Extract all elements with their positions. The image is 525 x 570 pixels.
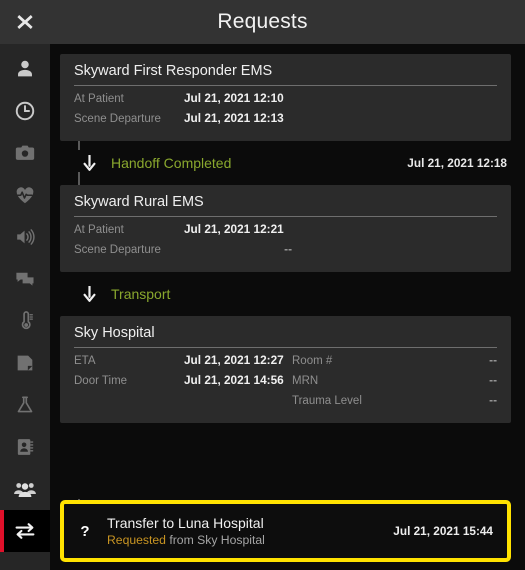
card-field-row: MRN -- [292,373,497,393]
transfer-arrows-icon [13,519,37,543]
down-arrow-icon [78,154,100,172]
sidebar-item-patient[interactable] [0,48,50,90]
card-field-row: Door Time Jul 21, 2021 14:56 [74,373,292,393]
card-fields: At Patient Jul 21, 2021 12:10 Scene Depa… [74,91,497,131]
field-label: Scene Departure [74,113,161,125]
question-mark-icon: ? [80,522,90,540]
down-arrow-icon [78,285,100,303]
card-title: Sky Hospital [74,325,155,341]
event-time: Jul 21, 2021 12:18 [407,156,507,170]
card-fields: At Patient Jul 21, 2021 12:21 Scene Depa… [74,222,497,262]
request-time: Jul 21, 2021 15:44 [393,524,493,538]
field-label: Trauma Level [292,395,362,407]
sidebar-item-messages[interactable] [0,258,50,300]
event-label: Transport [111,286,171,302]
page-title: Requests [217,10,308,33]
card-divider [74,85,497,86]
field-label: ETA [74,355,96,367]
field-value: -- [284,242,292,256]
clock-icon [14,100,36,122]
field-value: Jul 21, 2021 12:13 [184,111,284,125]
thermometer-icon [14,310,36,332]
highlighted-request: ? Transfer to Luna Hospital Requested fr… [60,500,511,562]
sidebar-item-notes[interactable] [0,342,50,384]
sidebar-item-transfers[interactable] [0,510,50,552]
camera-icon [14,142,36,164]
field-value: Jul 21, 2021 12:21 [184,222,284,236]
close-x-icon [16,13,34,31]
field-value: Jul 21, 2021 12:27 [184,353,284,367]
flask-icon [14,394,36,416]
window-body: Skyward First Responder EMS At Patient J… [0,44,525,570]
timeline-card[interactable]: Sky Hospital ETA Jul 21, 2021 12:27 Door… [60,316,511,423]
card-field-row: ETA Jul 21, 2021 12:27 [74,353,292,373]
speaker-icon [14,226,36,248]
sidebar-item-vitals[interactable] [0,174,50,216]
card-field-column: ETA Jul 21, 2021 12:27 Door Time Jul 21,… [74,353,292,413]
requests-window: Requests Skyward First Responder EMS At … [0,0,525,570]
card-divider [74,216,497,217]
field-label: Scene Departure [74,244,161,256]
card-fields: ETA Jul 21, 2021 12:27 Door Time Jul 21,… [74,353,497,413]
close-button[interactable] [0,0,50,44]
field-value: -- [489,373,497,387]
sidebar-item-labs[interactable] [0,384,50,426]
request-texts: Transfer to Luna Hospital Requested from… [107,515,265,547]
card-field-row: Scene Departure Jul 21, 2021 12:13 [74,111,292,131]
timeline-event[interactable]: Transport [60,272,511,316]
person-icon [14,58,36,80]
field-label: At Patient [74,93,124,105]
card-divider [74,347,497,348]
sidebar-item-contacts[interactable] [0,426,50,468]
chat-bubbles-icon [14,268,36,290]
timeline-card[interactable]: Skyward Rural EMS At Patient Jul 21, 202… [60,185,511,272]
event-label: Handoff Completed [111,155,232,171]
request-source: from Sky Hospital [169,533,265,547]
sidebar-item-team[interactable] [0,468,50,510]
transfer-request-row[interactable]: ? Transfer to Luna Hospital Requested fr… [60,500,511,562]
sidebar-item-photos[interactable] [0,132,50,174]
people-group-icon [13,477,37,501]
field-label: MRN [292,375,319,387]
field-value: -- [489,393,497,407]
card-title: Skyward First Responder EMS [74,63,273,79]
sidebar-item-audio[interactable] [0,216,50,258]
card-field-column: At Patient Jul 21, 2021 12:10 Scene Depa… [74,91,292,131]
field-value: Jul 21, 2021 12:10 [184,91,284,105]
field-label: Door Time [74,375,128,387]
request-title: Transfer to Luna Hospital [107,515,264,531]
sidebar-item-temperature[interactable] [0,300,50,342]
field-value: Jul 21, 2021 14:56 [184,373,284,387]
card-field-row: At Patient Jul 21, 2021 12:10 [74,91,292,111]
card-title: Skyward Rural EMS [74,194,204,210]
note-page-icon [14,352,36,374]
card-field-row: At Patient Jul 21, 2021 12:21 [74,222,292,242]
requests-timeline: Skyward First Responder EMS At Patient J… [50,44,525,570]
request-subtitle: Requested from Sky Hospital [107,533,265,547]
timeline-card[interactable]: Skyward First Responder EMS At Patient J… [60,54,511,141]
field-label: At Patient [74,224,124,236]
card-field-column: Room # -- MRN -- Trauma Level -- [292,353,497,413]
timeline-event[interactable]: Handoff Completed Jul 21, 2021 12:18 [60,141,511,185]
card-field-row: Trauma Level -- [292,393,497,413]
field-label: Room # [292,355,333,367]
heartbeat-icon [14,184,36,206]
sidebar-item-timeline[interactable] [0,90,50,132]
sidebar [0,44,50,570]
window-header: Requests [0,0,525,44]
card-field-row: Scene Departure -- [74,242,292,262]
card-field-row: Room # -- [292,353,497,373]
contact-book-icon [14,436,36,458]
field-value: -- [489,353,497,367]
status-badge: Requested [107,533,166,547]
card-field-column: At Patient Jul 21, 2021 12:21 Scene Depa… [74,222,292,262]
